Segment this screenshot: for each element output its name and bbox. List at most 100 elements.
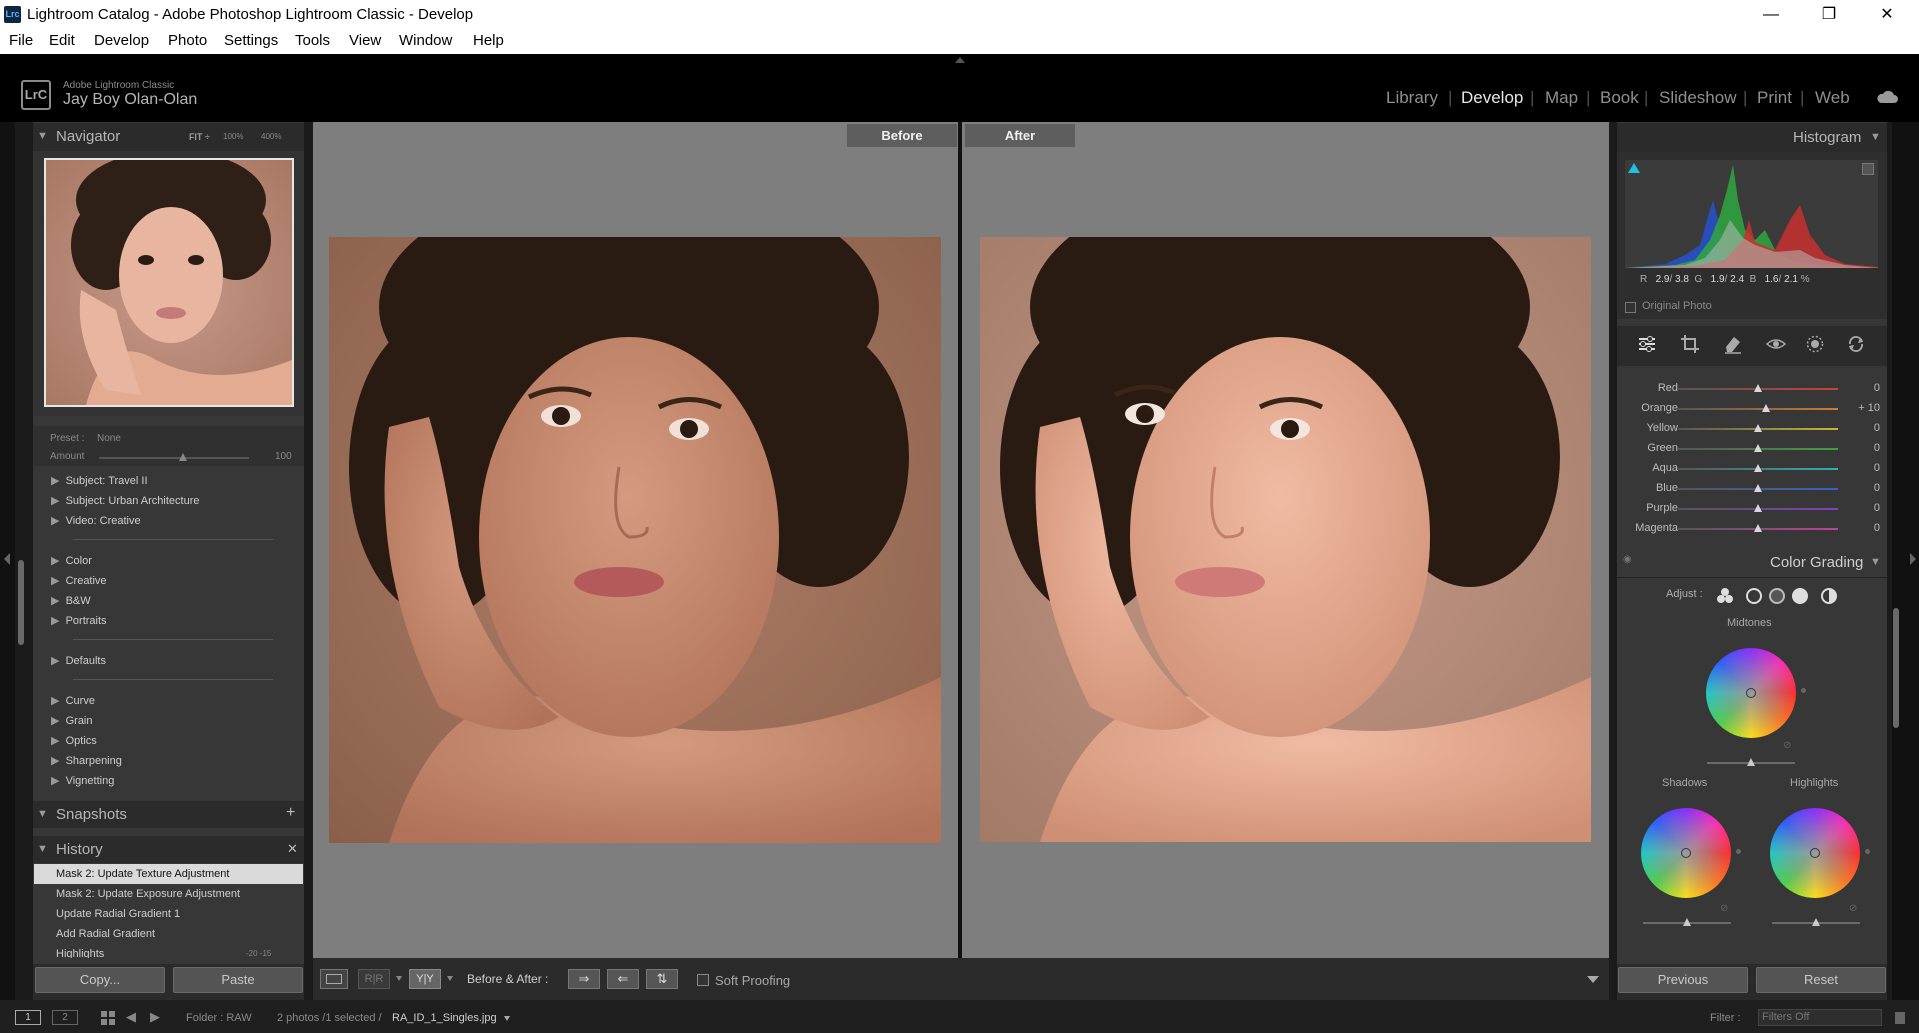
hsl-slider-value[interactable]: 0: [1844, 442, 1880, 454]
copy-button[interactable]: Copy...: [35, 967, 165, 993]
edit-sliders-icon[interactable]: [1637, 334, 1657, 354]
collapse-top-panel-arrow-icon[interactable]: [955, 57, 965, 63]
preset-folder-vignetting[interactable]: ▶ Vignetting: [51, 774, 114, 787]
collapse-left-panel-arrow-icon[interactable]: [4, 553, 10, 565]
before-after-rr-icon[interactable]: R|R: [358, 969, 390, 989]
swap-before-after-icon[interactable]: ⇅: [646, 969, 678, 989]
back-arrow-icon[interactable]: ◀: [126, 1009, 136, 1025]
highlights-wheel-icon[interactable]: [1792, 588, 1808, 604]
menu-window[interactable]: Window: [399, 32, 452, 49]
copy-after-to-before-icon[interactable]: ⇐: [607, 969, 639, 989]
minimize-button[interactable]: —: [1742, 0, 1800, 29]
soft-proofing-checkbox[interactable]: [697, 974, 709, 986]
module-print[interactable]: Print: [1757, 88, 1792, 108]
global-wheel-icon[interactable]: [1821, 588, 1837, 604]
preset-folder-bw[interactable]: ▶ B&W: [51, 594, 91, 607]
wheel-handle[interactable]: [1681, 848, 1691, 858]
midtones-color-wheel[interactable]: [1706, 648, 1796, 738]
toolbar-menu-chevron-icon[interactable]: [1587, 976, 1599, 983]
right-panel-scrollbar[interactable]: [1893, 608, 1899, 728]
crop-icon[interactable]: [1680, 334, 1700, 354]
copy-before-to-after-icon[interactable]: ⇒: [568, 969, 600, 989]
slider-thumb[interactable]: [1683, 918, 1691, 926]
cloud-icon[interactable]: [1876, 90, 1898, 103]
menu-help[interactable]: Help: [473, 32, 504, 49]
slider-thumb[interactable]: [1747, 758, 1755, 766]
original-photo-checkbox[interactable]: [1625, 302, 1636, 313]
snapshots-header[interactable]: ▼ Snapshots +: [33, 801, 304, 828]
hsl-slider-value[interactable]: 0: [1844, 482, 1880, 494]
reset-tool-icon[interactable]: [1846, 334, 1866, 354]
history-item[interactable]: Mask 2: Update Texture Adjustment: [34, 864, 303, 884]
folder-source[interactable]: Folder : RAW: [186, 1012, 252, 1024]
module-library[interactable]: Library: [1386, 88, 1438, 108]
red-eye-icon[interactable]: [1765, 334, 1787, 354]
chevron-down-icon[interactable]: [504, 1016, 510, 1021]
close-button[interactable]: ✕: [1858, 0, 1916, 29]
healing-eraser-icon[interactable]: [1723, 334, 1743, 354]
module-slideshow[interactable]: Slideshow: [1659, 88, 1737, 108]
previous-button[interactable]: Previous: [1618, 967, 1748, 993]
hsl-slider-value[interactable]: 0: [1844, 462, 1880, 474]
histogram-header[interactable]: Histogram ▼: [1617, 123, 1887, 152]
three-way-icon[interactable]: [1716, 587, 1734, 605]
chevron-down-icon[interactable]: [396, 976, 402, 981]
slider-track[interactable]: [1678, 408, 1838, 410]
shadows-color-wheel[interactable]: [1641, 808, 1731, 898]
before-after-yy-button[interactable]: Y|Y: [409, 969, 441, 989]
filter-select[interactable]: Filters Off: [1758, 1009, 1882, 1026]
module-web[interactable]: Web: [1815, 88, 1850, 108]
hsl-slider-red[interactable]: Red 0: [1618, 380, 1886, 398]
slider-thumb[interactable]: [1762, 404, 1770, 412]
hsl-slider-value[interactable]: 0: [1844, 502, 1880, 514]
preset-folder-creative[interactable]: ▶ Creative: [51, 574, 107, 587]
preset-folder-grain[interactable]: ▶ Grain: [51, 714, 93, 727]
menu-photo[interactable]: Photo: [168, 32, 207, 49]
preset-folder-subject-travel[interactable]: ▶ Subject: Travel II: [51, 474, 148, 487]
navigator-header[interactable]: ▼ Navigator FIT ÷ 100% 400%: [33, 123, 304, 151]
hsl-slider-green[interactable]: Green 0: [1618, 440, 1886, 458]
hsl-slider-aqua[interactable]: Aqua 0: [1618, 460, 1886, 478]
amount-slider-thumb[interactable]: [179, 453, 187, 461]
link-icon[interactable]: ⊘: [1783, 740, 1791, 751]
history-item[interactable]: Add Radial Gradient: [34, 924, 303, 944]
grid-view-icon[interactable]: [101, 1011, 115, 1025]
midtones-wheel-icon[interactable]: [1769, 588, 1785, 604]
color-grading-header[interactable]: ◉ Color Grading ▼: [1617, 549, 1887, 576]
preset-folder-defaults[interactable]: ▶ Defaults: [51, 654, 106, 667]
slider-thumb[interactable]: [1754, 384, 1762, 392]
navigator-thumbnail[interactable]: [44, 158, 294, 407]
slider-thumb[interactable]: [1754, 464, 1762, 472]
preset-folder-sharpening[interactable]: ▶ Sharpening: [51, 754, 122, 767]
forward-arrow-icon[interactable]: ▶: [150, 1009, 160, 1025]
masking-icon[interactable]: [1805, 334, 1825, 354]
left-panel-scrollbar[interactable]: [18, 560, 24, 645]
hsl-slider-value[interactable]: 0: [1844, 422, 1880, 434]
menu-file[interactable]: File: [9, 32, 33, 49]
zoom-400[interactable]: 400%: [261, 132, 281, 141]
preset-folder-curve[interactable]: ▶ Curve: [51, 694, 95, 707]
hsl-slider-value[interactable]: 0: [1844, 522, 1880, 534]
hsl-slider-purple[interactable]: Purple 0: [1618, 500, 1886, 518]
hsl-slider-value[interactable]: 0: [1844, 382, 1880, 394]
preset-folder-optics[interactable]: ▶ Optics: [51, 734, 97, 747]
before-image[interactable]: [329, 237, 941, 843]
preset-folder-color[interactable]: ▶ Color: [51, 554, 92, 567]
zoom-100[interactable]: 100%: [223, 132, 243, 141]
reset-button[interactable]: Reset: [1756, 967, 1886, 993]
history-item[interactable]: Update Radial Gradient 1: [34, 904, 303, 924]
selected-filename[interactable]: RA_ID_1_Singles.jpg: [392, 1012, 497, 1024]
preset-folder-portraits[interactable]: ▶ Portraits: [51, 614, 107, 627]
slider-thumb[interactable]: [1754, 504, 1762, 512]
wheel-handle[interactable]: [1810, 848, 1820, 858]
slider-thumb[interactable]: [1812, 918, 1820, 926]
zoom-fit[interactable]: FIT ÷: [189, 132, 210, 142]
module-map[interactable]: Map: [1545, 88, 1578, 108]
slider-thumb[interactable]: [1754, 484, 1762, 492]
add-snapshot-icon[interactable]: +: [286, 804, 295, 822]
amount-slider-track[interactable]: [99, 457, 249, 459]
filter-lock-icon[interactable]: [1895, 1012, 1905, 1024]
menu-develop[interactable]: Develop: [94, 32, 149, 49]
module-book[interactable]: Book: [1600, 88, 1639, 108]
hsl-slider-blue[interactable]: Blue 0: [1618, 480, 1886, 498]
